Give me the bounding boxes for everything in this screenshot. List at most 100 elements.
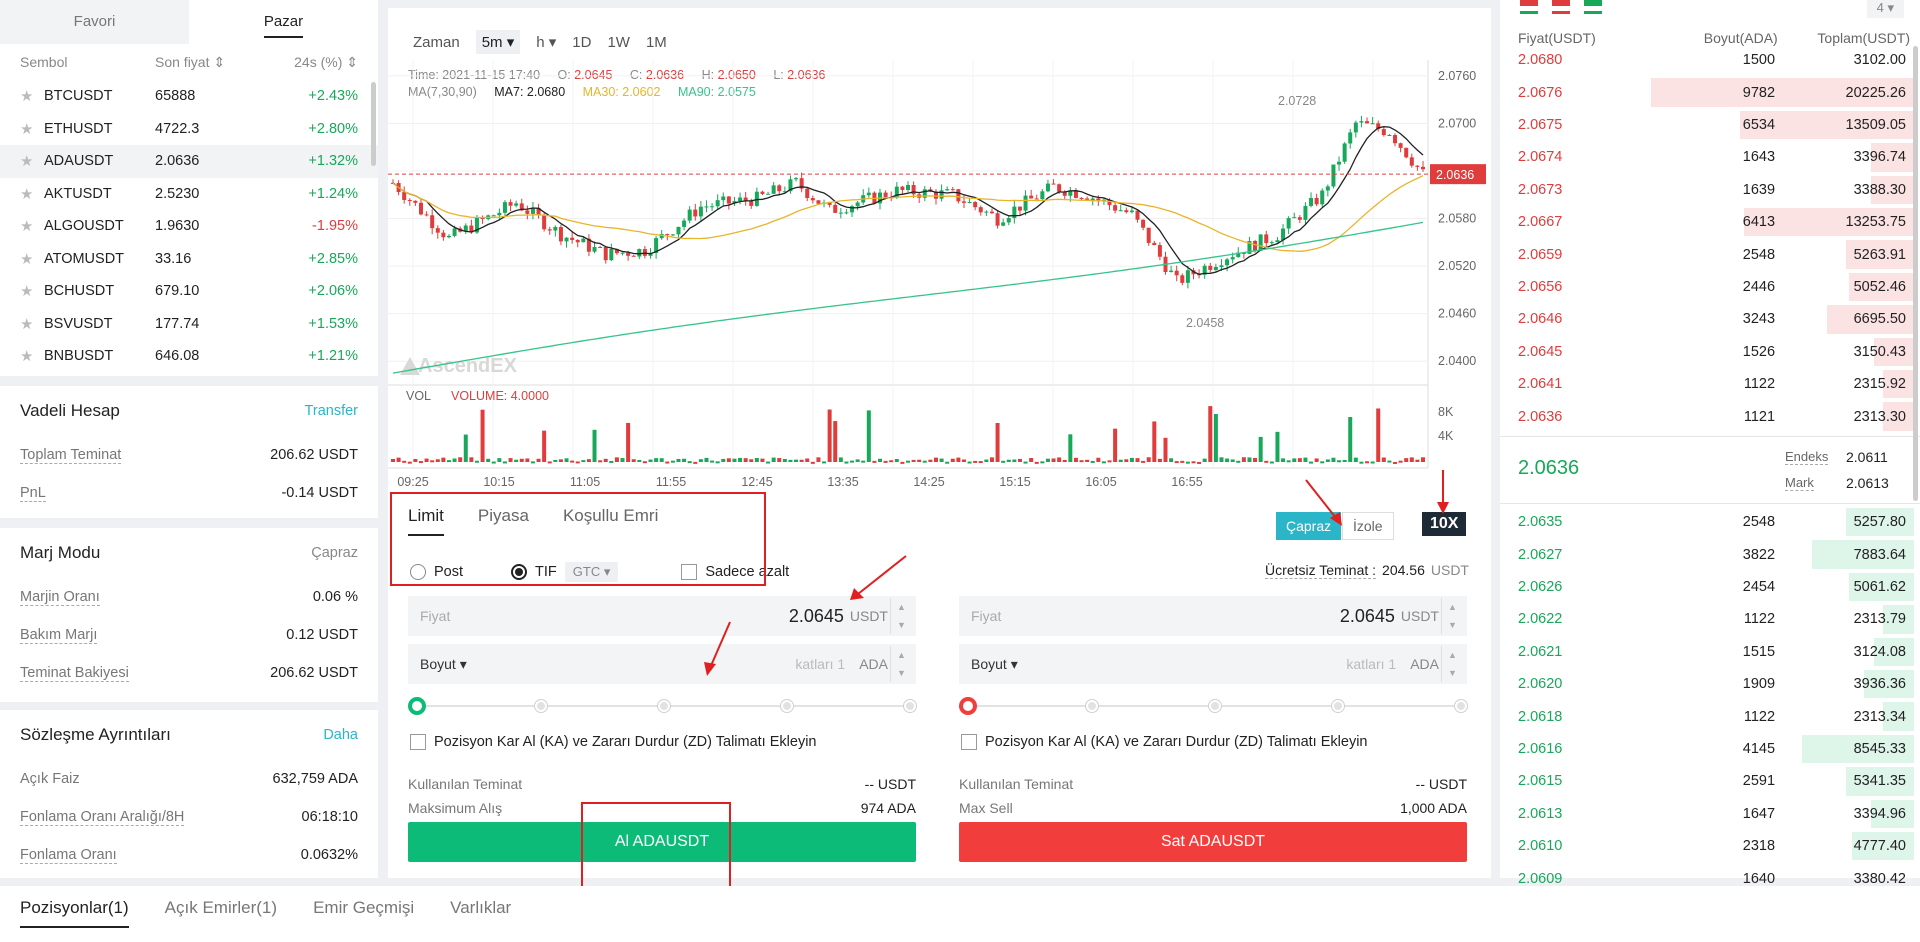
buy-size-input[interactable]: Boyut ▾ katları 1 ADA ▲ ▼ bbox=[408, 644, 916, 684]
sell-size-input[interactable]: Boyut ▾ katları 1 ADA ▲ ▼ bbox=[959, 644, 1467, 684]
star-icon[interactable]: ★ bbox=[20, 347, 44, 365]
bid-row[interactable]: 2.0620 1909 3936.36 bbox=[1500, 668, 1920, 700]
isolated-mode-button[interactable]: İzole bbox=[1342, 512, 1394, 540]
stepper-up-icon[interactable]: ▲ bbox=[1448, 650, 1457, 660]
star-icon[interactable]: ★ bbox=[20, 282, 44, 300]
ask-row[interactable]: 2.0645 1526 3150.43 bbox=[1500, 336, 1920, 368]
col-symbol[interactable]: Sembol bbox=[20, 54, 155, 70]
ask-row[interactable]: 2.0674 1643 3396.74 bbox=[1500, 141, 1920, 173]
bid-row[interactable]: 2.0615 2591 5341.35 bbox=[1500, 765, 1920, 797]
bid-row[interactable]: 2.0627 3822 7883.64 bbox=[1500, 538, 1920, 570]
slider-step-25[interactable] bbox=[1086, 700, 1098, 712]
stepper-down-icon[interactable]: ▼ bbox=[1448, 668, 1457, 678]
ask-row[interactable]: 2.0675 6534 13509.05 bbox=[1500, 109, 1920, 141]
cross-mode-button[interactable]: Çapraz bbox=[1276, 512, 1342, 540]
star-icon[interactable]: ★ bbox=[20, 152, 44, 170]
book-both-icon[interactable] bbox=[1520, 0, 1538, 14]
stepper-up-icon[interactable]: ▲ bbox=[897, 650, 906, 660]
sell-size-label[interactable]: Boyut ▾ bbox=[971, 656, 1018, 673]
slider-step-25[interactable] bbox=[535, 700, 547, 712]
sell-tpsl-checkbox[interactable] bbox=[961, 734, 977, 750]
buy-tpsl-option[interactable]: Pozisyon Kar Al (KA) ve Zararı Durdur (Z… bbox=[410, 734, 816, 750]
stepper-down-icon[interactable]: ▼ bbox=[897, 668, 906, 678]
market-row[interactable]: ★ ALGOUSDT 1.9630 -1.95% bbox=[0, 210, 378, 243]
ask-row[interactable]: 2.0673 1639 3388.30 bbox=[1500, 174, 1920, 206]
col-last-price[interactable]: Son fiyat ⇕ bbox=[155, 54, 285, 71]
slider-step-100[interactable] bbox=[904, 700, 916, 712]
ask-row[interactable]: 2.0676 9782 20225.26 bbox=[1500, 76, 1920, 108]
market-row[interactable]: ★ BTCUSDT 65888 +2.43% bbox=[0, 80, 378, 113]
book-scrollbar[interactable] bbox=[1913, 46, 1918, 501]
star-icon[interactable]: ★ bbox=[20, 185, 44, 203]
slider-step-75[interactable] bbox=[1332, 700, 1344, 712]
tab-open-orders[interactable]: Açık Emirler(1) bbox=[165, 898, 277, 928]
slider-step-50[interactable] bbox=[658, 700, 670, 712]
tab-order-history[interactable]: Emir Geçmişi bbox=[313, 898, 414, 928]
slider-step-50[interactable] bbox=[1209, 700, 1221, 712]
star-icon[interactable]: ★ bbox=[20, 87, 44, 105]
bid-row[interactable]: 2.0618 1122 2313.34 bbox=[1500, 700, 1920, 732]
star-icon[interactable]: ★ bbox=[20, 217, 44, 235]
ask-row[interactable]: 2.0656 2446 5052.46 bbox=[1500, 271, 1920, 303]
market-row[interactable]: ★ BSVUSDT 177.74 +1.53% bbox=[0, 308, 378, 341]
tab-market[interactable]: Pazar bbox=[189, 0, 378, 44]
bid-row[interactable]: 2.0622 1122 2313.79 bbox=[1500, 603, 1920, 635]
ask-row[interactable]: 2.0646 3243 6695.50 bbox=[1500, 303, 1920, 335]
slider-knob[interactable] bbox=[408, 697, 426, 715]
market-row[interactable]: ★ AKTUSDT 2.5230 +1.24% bbox=[0, 178, 378, 211]
star-icon[interactable]: ★ bbox=[20, 315, 44, 333]
slider-step-100[interactable] bbox=[1455, 700, 1467, 712]
market-row[interactable]: ★ BCHUSDT 679.10 +2.06% bbox=[0, 275, 378, 308]
leverage-button[interactable]: 10X bbox=[1422, 512, 1467, 536]
market-scrollbar[interactable] bbox=[371, 82, 376, 166]
stepper-down-icon[interactable]: ▼ bbox=[897, 620, 906, 630]
book-bids-icon[interactable] bbox=[1584, 0, 1602, 14]
tab-positions[interactable]: Pozisyonlar(1) bbox=[20, 898, 129, 928]
tab-assets[interactable]: Varlıklar bbox=[450, 898, 511, 928]
buy-tpsl-label: Pozisyon Kar Al (KA) ve Zararı Durdur (Z… bbox=[434, 734, 817, 750]
ask-row[interactable]: 2.0680 1500 3102.00 bbox=[1500, 44, 1920, 76]
book-asks-icon[interactable] bbox=[1552, 0, 1570, 14]
candle-up bbox=[592, 246, 597, 252]
stepper-up-icon[interactable]: ▲ bbox=[1448, 602, 1457, 612]
sell-price-input[interactable]: Fiyat 2.0645 USDT ▲ ▼ bbox=[959, 596, 1467, 636]
buy-price-stepper[interactable]: ▲ ▼ bbox=[890, 598, 912, 634]
market-row[interactable]: ★ ATOMUSDT 33.16 +2.85% bbox=[0, 243, 378, 276]
ask-row[interactable]: 2.0641 1122 2315.92 bbox=[1500, 368, 1920, 400]
buy-size-label[interactable]: Boyut ▾ bbox=[420, 656, 467, 673]
star-icon[interactable]: ★ bbox=[20, 120, 44, 138]
depth-select[interactable]: 4 ▾ bbox=[1866, 0, 1904, 18]
slider-knob[interactable] bbox=[959, 697, 977, 715]
stepper-up-icon[interactable]: ▲ bbox=[897, 602, 906, 612]
tab-favorites[interactable]: Favori bbox=[0, 0, 189, 44]
buy-size-slider[interactable] bbox=[408, 696, 916, 716]
ask-row[interactable]: 2.0667 6413 13253.75 bbox=[1500, 206, 1920, 238]
ask-row[interactable]: 2.0659 2548 5263.91 bbox=[1500, 238, 1920, 270]
collateral-balance-value: 206.62 USDT bbox=[270, 665, 358, 681]
sell-button[interactable]: Sat ADAUSDT bbox=[959, 822, 1467, 862]
sell-price-stepper[interactable]: ▲ ▼ bbox=[1441, 598, 1463, 634]
transfer-link[interactable]: Transfer bbox=[305, 403, 358, 419]
sell-size-stepper[interactable]: ▲ ▼ bbox=[1441, 646, 1463, 682]
buy-size-stepper[interactable]: ▲ ▼ bbox=[890, 646, 912, 682]
stepper-down-icon[interactable]: ▼ bbox=[1448, 620, 1457, 630]
ask-row[interactable]: 2.0636 1121 2313.30 bbox=[1500, 400, 1920, 432]
market-row[interactable]: ★ ADAUSDT 2.0636 +1.32% bbox=[0, 145, 378, 178]
price-chart[interactable]: 2.07602.07002.06402.05802.05202.04602.04… bbox=[388, 0, 1491, 492]
bid-row[interactable]: 2.0635 2548 5257.80 bbox=[1500, 506, 1920, 538]
market-row[interactable]: ★ BNBUSDT 646.08 +1.21% bbox=[0, 340, 378, 373]
col-24h-change[interactable]: 24s (%) ⇕ bbox=[285, 54, 358, 71]
bid-row[interactable]: 2.0621 1515 3124.08 bbox=[1500, 636, 1920, 668]
bid-row[interactable]: 2.0626 2454 5061.62 bbox=[1500, 571, 1920, 603]
star-icon[interactable]: ★ bbox=[20, 250, 44, 268]
slider-step-75[interactable] bbox=[781, 700, 793, 712]
market-row[interactable]: ★ ETHUSDT 4722.3 +2.80% bbox=[0, 113, 378, 146]
buy-price-input[interactable]: Fiyat 2.0645 USDT ▲ ▼ bbox=[408, 596, 916, 636]
more-link[interactable]: Daha bbox=[323, 727, 358, 743]
bid-row[interactable]: 2.0616 4145 8545.33 bbox=[1500, 733, 1920, 765]
sell-size-slider[interactable] bbox=[959, 696, 1467, 716]
sell-tpsl-option[interactable]: Pozisyon Kar Al (KA) ve Zararı Durdur (Z… bbox=[961, 734, 1367, 750]
bid-row[interactable]: 2.0613 1647 3394.96 bbox=[1500, 798, 1920, 830]
buy-tpsl-checkbox[interactable] bbox=[410, 734, 426, 750]
bid-row[interactable]: 2.0610 2318 4777.40 bbox=[1500, 830, 1920, 862]
